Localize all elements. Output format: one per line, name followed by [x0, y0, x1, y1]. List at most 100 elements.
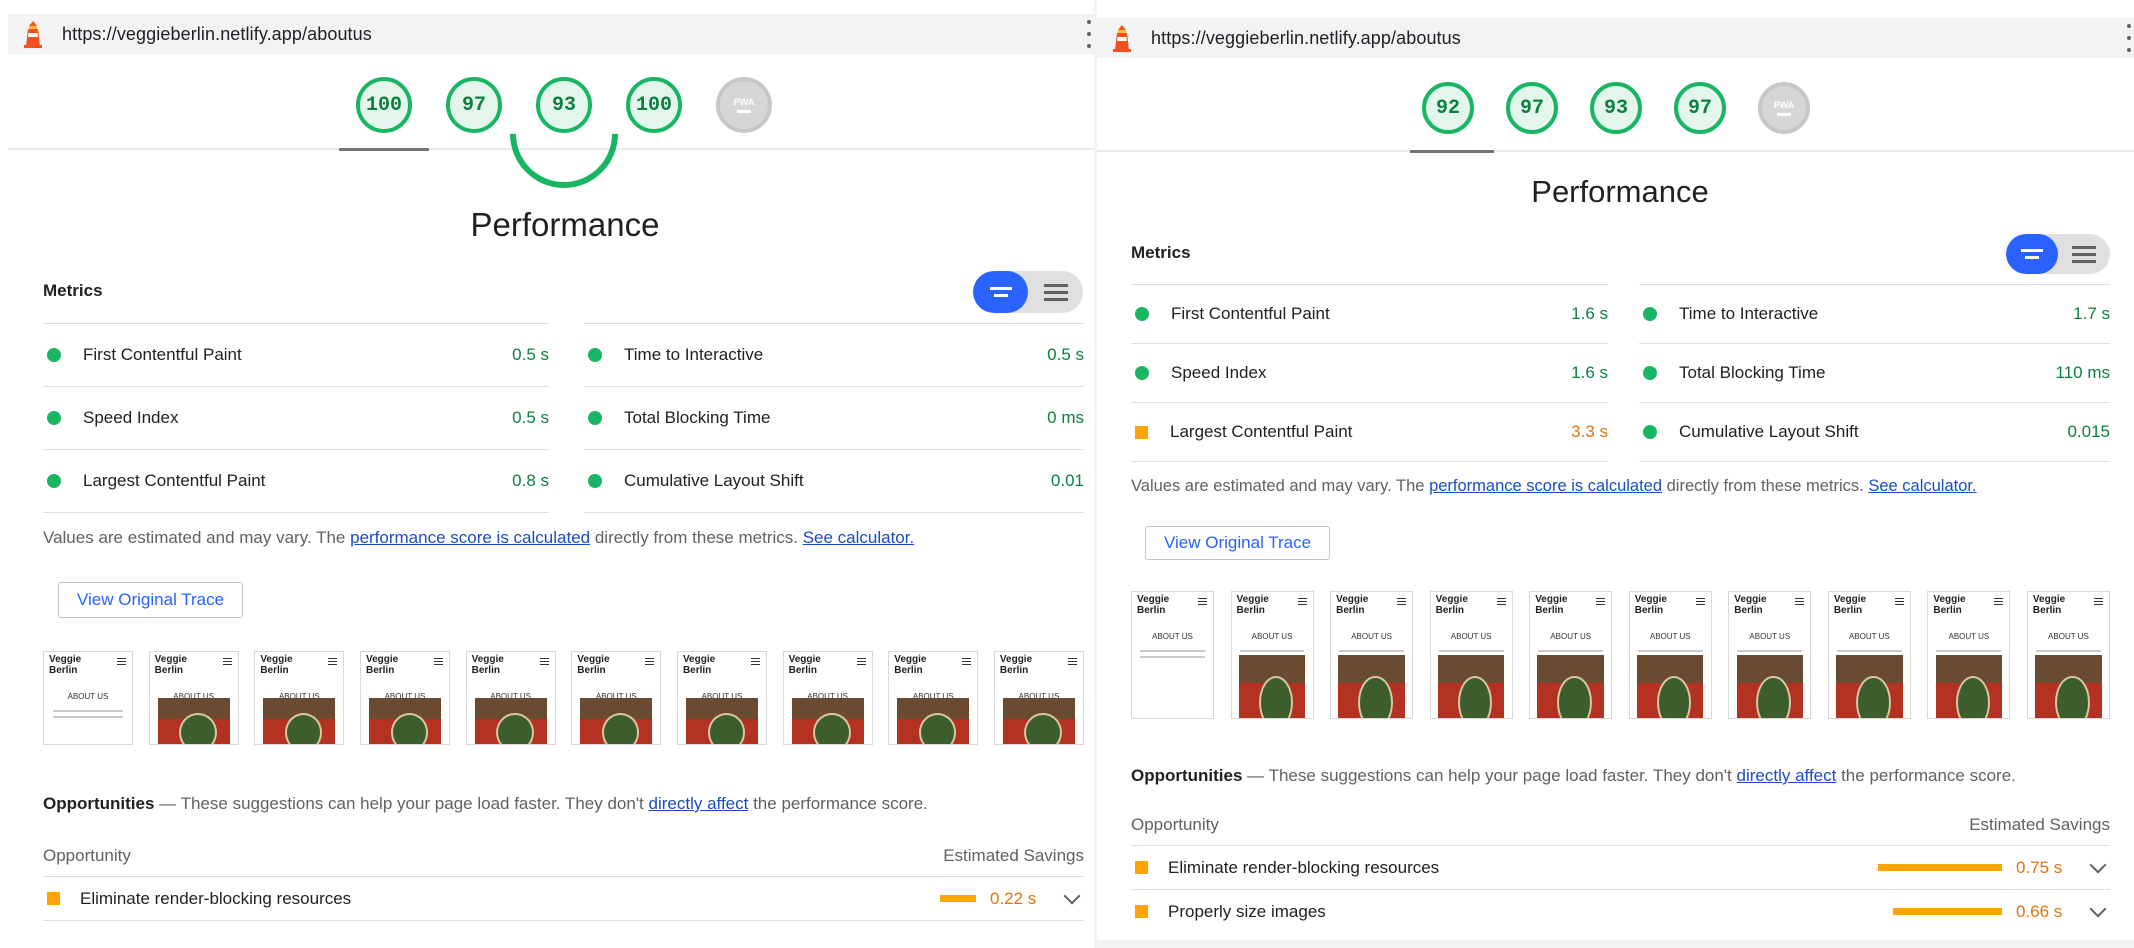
frame-text-line — [1737, 650, 1803, 652]
filmstrip-frame: Veggie Berlin ABOUT US — [1628, 591, 1712, 719]
score-calculated-link[interactable]: performance score is calculated — [1429, 477, 1662, 495]
filmstrip-frame: Veggie Berlin ABOUT US — [1827, 591, 1911, 719]
filmstrip-frame: Veggie Berlin ABOUT US — [993, 651, 1084, 745]
kebab-menu-icon[interactable] — [1086, 20, 1092, 48]
metric-lcp: Largest Contentful Paint 3.3 s — [1131, 402, 1608, 461]
see-calculator-link[interactable]: See calculator. — [1868, 477, 1976, 495]
frame-site-title: Veggie Berlin — [1634, 594, 1667, 616]
pass-indicator — [1643, 425, 1657, 439]
metrics-expanded-icon[interactable] — [1028, 271, 1083, 313]
average-indicator — [47, 892, 60, 905]
gauge-pwa[interactable]: PWA — [1758, 82, 1810, 134]
view-original-trace-button[interactable]: View Original Trace — [58, 582, 244, 618]
metric-cls: Cumulative Layout Shift 0.015 — [1639, 402, 2110, 461]
frame-food-image — [1437, 655, 1505, 718]
frame-heading: ABOUT US — [1649, 632, 1691, 641]
score-calculated-link[interactable]: performance score is calculated — [350, 528, 590, 547]
metrics-column-left: First Contentful Paint 0.5 s Speed Index 0… — [43, 323, 549, 513]
frame-food-image — [791, 698, 864, 744]
metrics-view-toggle[interactable] — [2006, 234, 2110, 274]
metrics-expanded-icon[interactable] — [2058, 234, 2110, 274]
frame-site-title: Veggie Berlin — [894, 654, 927, 676]
frame-text-line — [1936, 650, 2002, 652]
performance-title: Performance — [470, 206, 660, 243]
frame-site-title: Veggie Berlin — [1336, 594, 1369, 616]
frame-text-line — [52, 716, 124, 718]
gauge-performance[interactable]: 92 — [1422, 82, 1474, 134]
lighthouse-icon — [22, 20, 44, 48]
frame-site-title: Veggie Berlin — [1535, 594, 1568, 616]
directly-affect-link[interactable]: directly affect — [1737, 766, 1837, 785]
frame-site-title: Veggie Berlin — [365, 654, 399, 676]
active-gauge-underline — [339, 148, 429, 151]
hamburger-icon — [328, 658, 338, 667]
gauge-best-practices[interactable]: 93 — [1590, 82, 1642, 134]
opportunity-row[interactable]: Properly size images 0.66 s — [1131, 889, 2110, 933]
metrics-column-left: First Contentful Paint 1.6 s Speed Index 1… — [1131, 284, 1608, 462]
frame-text-line — [1836, 650, 1902, 652]
filmstrip-frame: Veggie Berlin ABOUT US — [1529, 591, 1613, 719]
frame-text-line — [1637, 650, 1703, 652]
frame-text-line — [1140, 650, 1205, 652]
filmstrip-frame: Veggie Berlin ABOUT US — [782, 651, 873, 745]
hamburger-icon — [856, 658, 866, 667]
metrics-heading: Metrics — [43, 281, 103, 300]
metric-fcp: First Contentful Paint 0.5 s — [43, 323, 549, 386]
chevron-down-icon[interactable] — [2089, 900, 2107, 917]
hamburger-icon — [1596, 598, 1606, 607]
frame-site-title: Veggie Berlin — [260, 654, 293, 676]
frame-food-image — [2035, 655, 2102, 718]
opportunities-table-header: Opportunity Estimated Savings — [1131, 815, 2110, 834]
view-original-trace-button[interactable]: View Original Trace — [1145, 526, 1331, 560]
opportunities-table-header: Opportunity Estimated Savings — [43, 846, 1084, 865]
metric-tti: Time to Interactive 0.5 s — [584, 323, 1084, 386]
filmstrip-frame: Veggie Berlin ABOUT US — [1330, 591, 1414, 719]
chevron-down-icon[interactable] — [1063, 887, 1081, 904]
frame-text-line — [52, 710, 124, 712]
pass-indicator — [1135, 307, 1149, 321]
frame-site-title: Veggie Berlin — [1137, 594, 1170, 616]
filmstrip: Veggie Berlin ABOUT US Veggie Berlin ABOUT … — [1131, 591, 2110, 719]
metrics-note: Values are estimated and may vary. The p… — [1131, 477, 1977, 495]
gauge-seo[interactable]: 100 — [626, 77, 682, 133]
frame-heading: ABOUT US — [1251, 632, 1293, 641]
filmstrip-frame: Veggie Berlin ABOUT US — [676, 651, 767, 745]
filmstrip-frame: Veggie Berlin ABOUT US — [1429, 591, 1513, 719]
chevron-down-icon[interactable] — [2089, 856, 2107, 873]
hamburger-icon — [539, 658, 549, 667]
metrics-toggle-icon[interactable] — [2006, 234, 2058, 274]
savings-bar — [1878, 864, 2002, 871]
pass-indicator — [588, 348, 602, 362]
see-calculator-link[interactable]: See calculator. — [803, 528, 915, 547]
metric-speed-index: Speed Index 1.6 s — [1131, 343, 1608, 402]
frame-heading: ABOUT US — [1450, 632, 1492, 641]
kebab-menu-icon[interactable] — [2126, 24, 2132, 52]
opportunity-row[interactable]: Eliminate render-blocking resources 0.22… — [43, 876, 1084, 920]
frame-site-title: Veggie Berlin — [49, 654, 82, 676]
frame-heading: ABOUT US — [67, 692, 109, 701]
hamburger-icon — [1496, 598, 1506, 607]
metrics-toggle-icon[interactable] — [973, 271, 1028, 313]
gauge-accessibility[interactable]: 97 — [446, 77, 502, 133]
frame-food-image — [685, 698, 759, 744]
frame-heading: ABOUT US — [2048, 632, 2089, 641]
hamburger-icon — [1067, 658, 1077, 667]
frame-site-title: Veggie Berlin — [2032, 594, 2066, 616]
directly-affect-link[interactable]: directly affect — [649, 794, 749, 813]
opportunity-row[interactable]: Eliminate render-blocking resources 0.75… — [1131, 845, 2110, 889]
gauge-pwa[interactable]: PWA — [716, 77, 772, 133]
frame-heading: ABOUT US — [1948, 632, 1990, 641]
frame-food-image — [368, 698, 442, 744]
frame-text-line — [2036, 650, 2101, 652]
metric-cls: Cumulative Layout Shift 0.01 — [584, 449, 1084, 512]
hamburger-icon — [1198, 598, 1207, 607]
frame-site-title: Veggie Berlin — [471, 654, 504, 676]
frame-food-image — [1338, 655, 1405, 718]
metrics-view-toggle[interactable] — [973, 271, 1083, 313]
pass-indicator — [47, 411, 61, 425]
gauge-seo[interactable]: 97 — [1674, 82, 1726, 134]
gauge-performance[interactable]: 100 — [356, 77, 412, 133]
gauge-accessibility[interactable]: 97 — [1506, 82, 1558, 134]
savings-bar — [1893, 908, 2002, 915]
frame-food-image — [580, 698, 653, 744]
